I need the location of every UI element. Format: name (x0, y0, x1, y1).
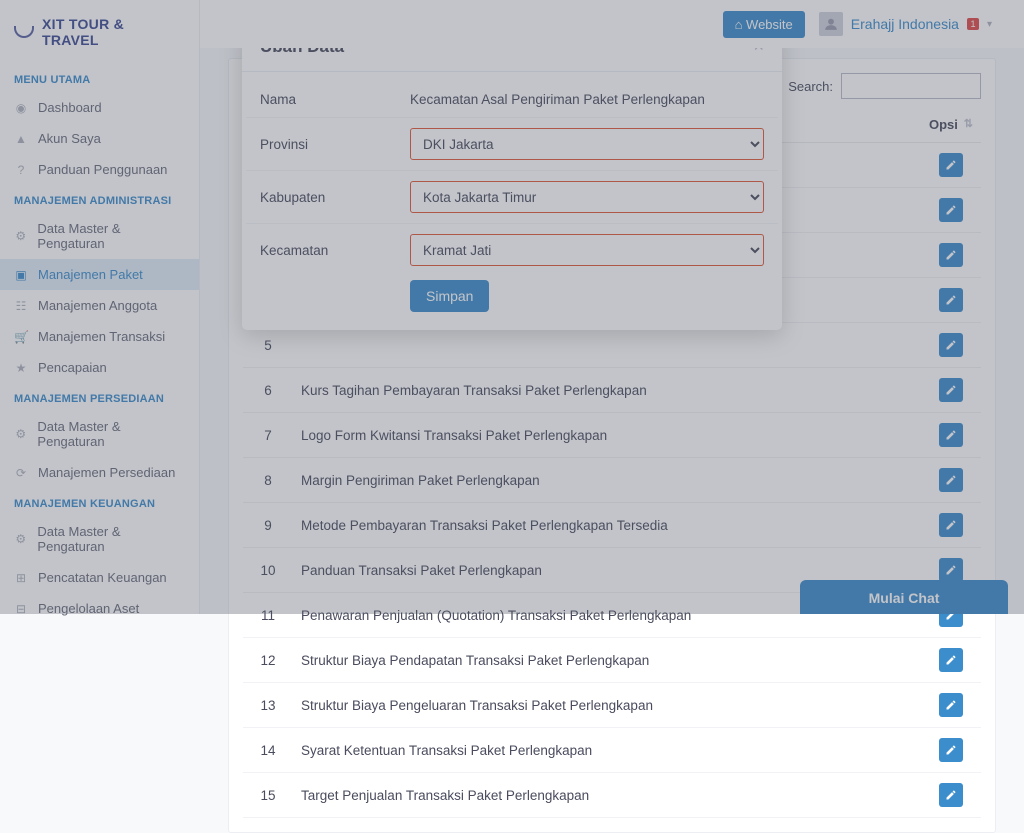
table-row: 14 Syarat Ketentuan Transaksi Paket Perl… (243, 728, 981, 773)
edit-button[interactable] (939, 648, 963, 672)
cell-nama: Struktur Biaya Pendapatan Transaksi Pake… (293, 638, 921, 683)
edit-button[interactable] (939, 693, 963, 717)
edit-button[interactable] (939, 783, 963, 807)
cell-no: 14 (243, 728, 293, 773)
cell-opsi (921, 683, 981, 728)
pencil-icon (945, 789, 957, 801)
table-row: 12 Struktur Biaya Pendapatan Transaksi P… (243, 638, 981, 683)
cell-opsi (921, 773, 981, 818)
cell-no: 12 (243, 638, 293, 683)
cell-opsi (921, 728, 981, 773)
modal-overlay[interactable] (0, 0, 1024, 614)
table-row: 15 Target Penjualan Transaksi Paket Perl… (243, 773, 981, 818)
cell-opsi (921, 638, 981, 683)
cell-nama: Syarat Ketentuan Transaksi Paket Perleng… (293, 728, 921, 773)
pencil-icon (945, 744, 957, 756)
cell-no: 13 (243, 683, 293, 728)
pencil-icon (945, 654, 957, 666)
cell-nama: Struktur Biaya Pengeluaran Transaksi Pak… (293, 683, 921, 728)
cell-nama: Target Penjualan Transaksi Paket Perleng… (293, 773, 921, 818)
cell-no: 15 (243, 773, 293, 818)
pencil-icon (945, 699, 957, 711)
edit-button[interactable] (939, 738, 963, 762)
table-row: 13 Struktur Biaya Pengeluaran Transaksi … (243, 683, 981, 728)
